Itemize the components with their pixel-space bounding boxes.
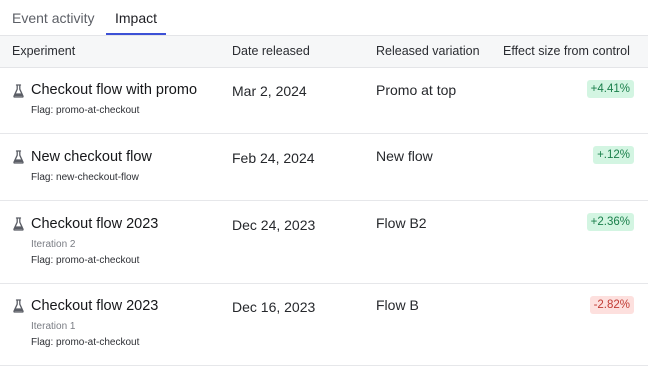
iteration-label: Iteration 2 xyxy=(31,239,76,250)
flag-key: Flag: promo-at-checkout xyxy=(31,255,140,266)
tab-event-activity[interactable]: Event activity xyxy=(12,0,94,36)
released-variation: Promo at top xyxy=(376,82,457,98)
effect-size-badge: -2.82% xyxy=(589,296,634,314)
released-variation: New flow xyxy=(376,148,433,164)
experiment-name[interactable]: Checkout flow with promo xyxy=(31,82,197,98)
table-row[interactable]: Checkout flow 2023 Iteration 1 Flag: pro… xyxy=(0,284,648,366)
flag-key: Flag: new-checkout-flow xyxy=(31,172,139,183)
effect-size-badge: +2.36% xyxy=(586,213,634,231)
tab-bar: Event activity Impact xyxy=(0,0,648,36)
tab-impact[interactable]: Impact xyxy=(106,0,166,36)
released-variation: Flow B2 xyxy=(376,215,427,231)
table-row[interactable]: Checkout flow with promo Flag: promo-at-… xyxy=(0,68,648,134)
column-header-released-variation[interactable]: Released variation xyxy=(376,36,480,67)
experiment-name[interactable]: Checkout flow 2023 xyxy=(31,298,158,314)
flask-icon xyxy=(13,150,24,164)
column-header-date-released[interactable]: Date released xyxy=(232,36,310,67)
flag-key: Flag: promo-at-checkout xyxy=(31,337,140,348)
effect-size-badge: +.12% xyxy=(593,146,634,164)
effect-size-badge: +4.41% xyxy=(586,80,634,98)
table-row[interactable]: New checkout flow Flag: new-checkout-flo… xyxy=(0,134,648,201)
date-released: Dec 16, 2023 xyxy=(232,299,316,315)
flask-icon xyxy=(13,84,24,98)
iteration-label: Iteration 1 xyxy=(31,321,76,332)
table-row[interactable]: Checkout flow 2023 Iteration 2 Flag: pro… xyxy=(0,201,648,284)
date-released: Feb 24, 2024 xyxy=(232,150,315,166)
date-released: Dec 24, 2023 xyxy=(232,217,316,233)
flag-key: Flag: promo-at-checkout xyxy=(31,105,140,116)
flask-icon xyxy=(13,217,24,231)
flask-icon xyxy=(13,299,24,313)
column-header-experiment[interactable]: Experiment xyxy=(12,36,75,67)
table-header: Experiment Date released Released variat… xyxy=(0,35,648,68)
experiment-name[interactable]: Checkout flow 2023 xyxy=(31,216,158,232)
released-variation: Flow B xyxy=(376,297,419,313)
column-header-effect-size[interactable]: Effect size from control xyxy=(503,36,630,67)
experiment-name[interactable]: New checkout flow xyxy=(31,149,152,165)
date-released: Mar 2, 2024 xyxy=(232,83,307,99)
